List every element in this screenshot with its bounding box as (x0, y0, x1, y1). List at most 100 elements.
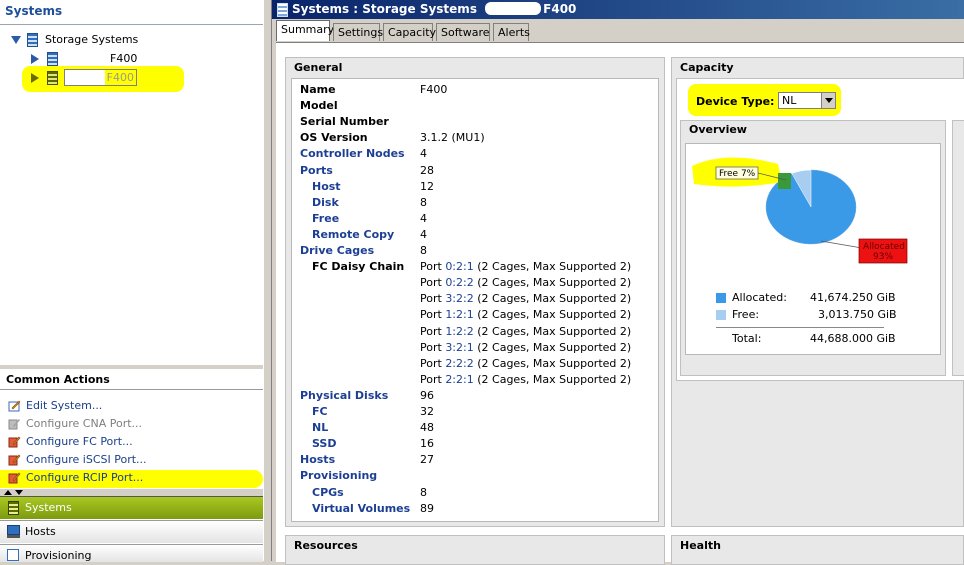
system-tree: Storage Systems F400 F400 (0, 25, 263, 365)
port-link[interactable]: 1:2:2 (445, 325, 473, 338)
general-label[interactable]: Physical Disks (300, 389, 388, 402)
general-value: 12 (420, 179, 434, 193)
nav-splitter[interactable] (0, 489, 263, 496)
tab-summary[interactable]: Summary (276, 20, 334, 41)
legend-allocated-name: Allocated: (732, 291, 787, 304)
systems-header: Systems (0, 0, 263, 25)
nav-hosts[interactable]: Hosts (0, 520, 263, 543)
general-label[interactable]: Ports (300, 164, 333, 177)
general-label[interactable]: CPGs (312, 486, 344, 499)
general-label[interactable]: Remote Copy (312, 228, 394, 241)
tab-bar: Summary Settings Capacity Software Alert… (272, 20, 964, 42)
storage-system-icon (47, 71, 58, 85)
tree-item-system-selected[interactable]: F400 (30, 69, 230, 86)
port-prefix: Port (420, 356, 442, 370)
tab-capacity[interactable]: Capacity (383, 23, 436, 41)
provisioning-icon (7, 549, 19, 561)
general-value: 48 (420, 421, 434, 435)
configure-cna-port-action[interactable]: Configure CNA Port... (8, 416, 248, 432)
configure-fc-port-action[interactable]: Configure FC Port... (8, 434, 248, 450)
selected-name-box: F400 (64, 69, 137, 86)
configure-rcip-port-action[interactable]: Configure RCIP Port... (8, 470, 248, 486)
general-label[interactable]: NL (312, 421, 328, 434)
tree-item-storage-systems[interactable]: Storage Systems (10, 32, 210, 48)
storage-system-icon (27, 33, 38, 47)
port-config-icon (8, 435, 21, 448)
port-config-icon (8, 417, 21, 430)
expand-icon[interactable] (11, 36, 21, 44)
vertical-splitter[interactable] (263, 0, 272, 561)
port-prefix: Port (420, 324, 442, 338)
general-label[interactable]: Disk (312, 196, 339, 209)
port-link[interactable]: 3:2:2 (445, 292, 473, 305)
general-label[interactable]: Virtual Volumes (312, 502, 410, 515)
port-desc: (2 Cages, Max Supported 2) (477, 324, 632, 338)
general-label[interactable]: Drive Cages (300, 244, 374, 257)
port-config-icon (8, 453, 21, 466)
general-label: OS Version (300, 131, 368, 145)
general-label[interactable]: Hosts (300, 453, 335, 466)
tree-item-system[interactable]: F400 (30, 51, 230, 67)
common-actions-title: Common Actions (6, 373, 110, 386)
edit-icon (8, 399, 21, 412)
general-label[interactable]: Host (312, 180, 341, 193)
collapse-arrows-icon (4, 490, 23, 495)
tab-settings[interactable]: Settings (333, 23, 383, 41)
allocated-label: Allocated (863, 242, 905, 252)
expand-icon[interactable] (31, 73, 39, 83)
chevron-down-icon[interactable] (821, 93, 835, 108)
legend-total-value: 44,688.000 GiB (810, 332, 896, 345)
overview-title: Overview (689, 123, 747, 136)
general-label: FC Daisy Chain (312, 260, 405, 274)
general-title: General (294, 61, 343, 74)
general-label[interactable]: FC (312, 405, 328, 418)
allocated-percent: 93% (873, 252, 893, 262)
general-label: Serial Number (300, 115, 389, 129)
port-desc: (2 Cages, Max Supported 2) (477, 308, 632, 322)
port-prefix: Port (420, 340, 442, 354)
port-link[interactable]: 2:2:1 (445, 373, 473, 386)
legend-total-name: Total: (732, 332, 762, 345)
daisy-chain-entry: Port 2:2:2 (2 Cages, Max Supported 2) (420, 357, 631, 370)
port-link[interactable]: 3:2:1 (445, 341, 473, 354)
capacity-pie-chart: Free 7% Allocated93% (692, 157, 908, 264)
window-title-prefix: Systems : Storage Systems (292, 2, 477, 16)
general-panel: General Name F400 Model Serial Number OS Ver… (285, 57, 665, 527)
device-type-value: NL (782, 94, 797, 107)
tab-software[interactable]: Software (436, 23, 490, 41)
port-prefix: Port (420, 276, 442, 290)
general-label: Model (300, 99, 338, 113)
allocated-leader-line (820, 240, 863, 249)
configure-iscsi-port-action[interactable]: Configure iSCSI Port... (8, 452, 248, 468)
device-type-select[interactable]: NL (778, 92, 836, 109)
general-value: 32 (420, 405, 434, 418)
port-link[interactable]: 0:2:2 (445, 276, 473, 289)
nav-systems[interactable]: Systems (0, 496, 263, 519)
port-desc: (2 Cages, Max Supported 2) (477, 292, 632, 306)
storage-system-icon (47, 52, 58, 66)
daisy-chain-entry: Port 0:2:1 (2 Cages, Max Supported 2) (420, 260, 631, 273)
general-value: 89 (420, 501, 434, 515)
general-value: 4 (420, 227, 427, 241)
general-label[interactable]: Free (312, 212, 339, 225)
general-value: 8 (420, 244, 427, 257)
port-link[interactable]: 1:2:1 (445, 308, 473, 321)
port-link[interactable]: 2:2:2 (445, 357, 473, 370)
daisy-chain-entry: Port 3:2:1 (2 Cages, Max Supported 2) (420, 341, 631, 354)
edit-system-action[interactable]: Edit System... (8, 398, 248, 414)
tree-item-label: F400 (104, 70, 136, 85)
general-label: Name (300, 83, 336, 96)
nav-provisioning[interactable]: Provisioning (0, 544, 263, 562)
tab-alerts[interactable]: Alerts (493, 23, 530, 41)
port-link[interactable]: 0:2:1 (445, 260, 473, 273)
expand-icon[interactable] (31, 54, 39, 64)
general-label[interactable]: SSD (312, 437, 336, 450)
pane-divider[interactable] (0, 365, 263, 369)
general-table: Name F400 Model Serial Number OS Version 3.1.… (291, 78, 659, 522)
general-label[interactable]: Controller Nodes (300, 147, 405, 160)
legend-free-value: 3,013.750 GiB (818, 308, 897, 321)
general-label[interactable]: Provisioning (300, 469, 377, 482)
capacity-title: Capacity (680, 61, 734, 74)
right-pane: Systems : Storage Systems F400 Summary S… (272, 0, 964, 565)
tree-item-label: F400 (110, 52, 138, 65)
